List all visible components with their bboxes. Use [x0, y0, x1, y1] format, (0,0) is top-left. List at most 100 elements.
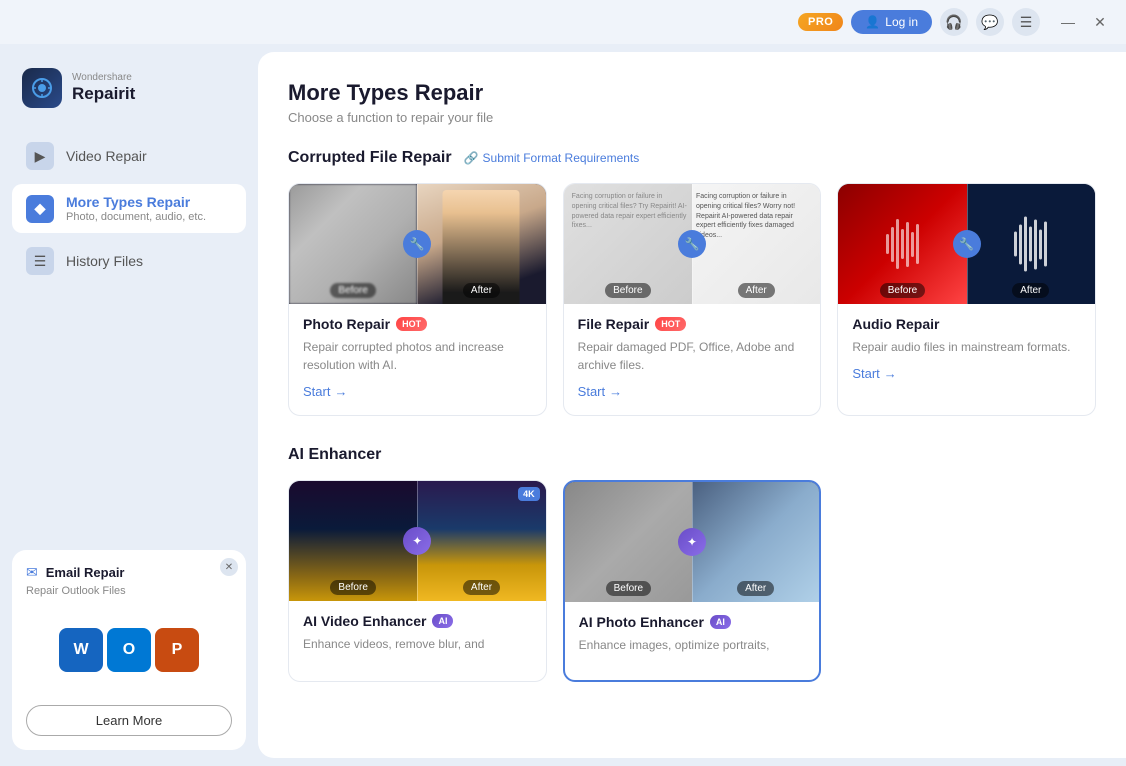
arrow-icon: → — [884, 366, 897, 381]
after-label: After — [738, 283, 775, 298]
ai-badge: AI — [432, 614, 453, 628]
hot-badge: HOT — [655, 317, 686, 331]
file-repair-card[interactable]: Facing corruption or failure in opening … — [563, 183, 822, 416]
email-card-close-button[interactable]: ✕ — [220, 558, 238, 576]
titlebar: PRO 👤 Log in 🎧 💬 ☰ — ✕ — [0, 0, 1126, 44]
email-card-illustration: W O P — [26, 605, 232, 695]
arrow-icon: → — [334, 384, 347, 399]
file-before: Facing corruption or failure in opening … — [564, 184, 692, 304]
card-title: AI Photo Enhancer — [579, 614, 704, 630]
sidebar: Wondershare Repairit ▶ Video Repair ◆ Mo… — [0, 44, 258, 766]
sidebar-item-history-content: History Files — [66, 253, 143, 269]
menu-icon[interactable]: ☰ — [1012, 8, 1040, 36]
corrupted-section-title: Corrupted File Repair — [288, 149, 452, 167]
logo-text: Wondershare Repairit — [72, 72, 135, 104]
corrupted-section-header: Corrupted File Repair 🔗 Submit Format Re… — [288, 149, 1096, 167]
before-label: Before — [880, 283, 925, 298]
word-icon: W — [59, 628, 103, 672]
card-title-row: File Repair HOT — [578, 316, 807, 332]
start-label: Start — [852, 366, 879, 381]
history-files-icon: ☰ — [26, 247, 54, 275]
ai-photo-enhancer-card[interactable]: Before After ✦ AI Photo Enhancer AI Enha… — [563, 480, 822, 682]
after-label: After — [737, 581, 774, 596]
ai-cards-grid: Before 4K After ✦ AI Video Enhancer AI — [288, 480, 1096, 682]
sidebar-item-more-types-repair[interactable]: ◆ More Types Repair Photo, document, aud… — [12, 184, 246, 233]
audio-repair-start[interactable]: Start → — [852, 366, 1081, 381]
ai-photo-image: Before After ✦ — [565, 482, 820, 602]
hot-badge: HOT — [396, 317, 427, 331]
app-logo: Wondershare Repairit — [12, 60, 246, 128]
4k-badge: 4K — [518, 487, 540, 501]
video-repair-icon: ▶ — [26, 142, 54, 170]
ai-photo-before: Before — [565, 482, 692, 602]
ai-video-after: 4K After — [417, 481, 545, 601]
card-desc: Enhance videos, remove blur, and — [303, 635, 532, 653]
outlook-icon: O — [107, 628, 151, 672]
ai-section-title: AI Enhancer — [288, 446, 381, 464]
before-label: Before — [330, 283, 375, 298]
ai-video-image: Before 4K After ✦ — [289, 481, 546, 601]
audio-repair-body: Audio Repair Repair audio files in mains… — [838, 304, 1095, 381]
ai-video-body: AI Video Enhancer AI Enhance videos, rem… — [289, 601, 546, 653]
chat-icon[interactable]: 💬 — [976, 8, 1004, 36]
before-label: Before — [606, 581, 651, 596]
email-card-subtitle: Repair Outlook Files — [26, 585, 232, 597]
card-title: Audio Repair — [852, 316, 939, 332]
card-title-row: AI Photo Enhancer AI — [579, 614, 806, 630]
pro-badge[interactable]: PRO — [798, 13, 843, 31]
login-button[interactable]: 👤 Log in — [851, 10, 932, 34]
photo-repair-body: Photo Repair HOT Repair corrupted photos… — [289, 304, 546, 399]
email-card-title: Email Repair — [46, 565, 125, 580]
repair-cards-grid: Before After 🔧 Photo Repair HOT — [288, 183, 1096, 416]
email-card-header: ✉ Email Repair — [26, 564, 232, 581]
headphone-icon[interactable]: 🎧 — [940, 8, 968, 36]
powerpoint-icon: P — [155, 628, 199, 672]
window-controls: — ✕ — [1054, 8, 1114, 36]
email-icons: W O P — [59, 605, 199, 695]
file-repair-body: File Repair HOT Repair damaged PDF, Offi… — [564, 304, 821, 399]
file-after: Facing corruption or failure in opening … — [692, 184, 820, 304]
ai-video-before: Before — [289, 481, 417, 601]
sidebar-item-label: History Files — [66, 253, 143, 269]
ai-overlay-icon: ✦ — [403, 527, 431, 555]
page-title: More Types Repair — [288, 80, 1096, 106]
card-desc: Repair audio files in mainstream formats… — [852, 338, 1081, 356]
page-subtitle: Choose a function to repair your file — [288, 110, 1096, 125]
user-icon: 👤 — [865, 15, 880, 29]
audio-waves-after — [967, 217, 1095, 272]
sidebar-item-label: Video Repair — [66, 148, 147, 164]
submit-format-link[interactable]: 🔗 Submit Format Requirements — [464, 151, 640, 165]
audio-repair-card[interactable]: Before Afte — [837, 183, 1096, 416]
card-title-row: Photo Repair HOT — [303, 316, 532, 332]
photo-repair-start[interactable]: Start → — [303, 384, 532, 399]
file-repair-start[interactable]: Start → — [578, 384, 807, 399]
card-title: AI Video Enhancer — [303, 613, 426, 629]
card-desc: Repair corrupted photos and increase res… — [303, 338, 532, 374]
logo-brand: Wondershare — [72, 72, 135, 84]
audio-waves-before — [838, 219, 966, 269]
ai-video-enhancer-card[interactable]: Before 4K After ✦ AI Video Enhancer AI — [288, 480, 547, 682]
after-label: After — [463, 580, 500, 595]
card-title-row: AI Video Enhancer AI — [303, 613, 532, 629]
after-label: After — [463, 283, 500, 298]
file-repair-image: Facing corruption or failure in opening … — [564, 184, 821, 304]
ai-overlay-icon: ✦ — [678, 528, 706, 556]
email-repair-card: ✕ ✉ Email Repair Repair Outlook Files W … — [12, 550, 246, 750]
audio-after: After — [967, 184, 1095, 304]
before-label: Before — [330, 580, 375, 595]
submit-link-text: Submit Format Requirements — [483, 151, 640, 165]
minimize-button[interactable]: — — [1054, 8, 1082, 36]
photo-repair-card[interactable]: Before After 🔧 Photo Repair HOT — [288, 183, 547, 416]
ai-photo-after: After — [692, 482, 819, 602]
learn-more-button[interactable]: Learn More — [26, 705, 232, 736]
card-title: Photo Repair — [303, 316, 390, 332]
app-body: Wondershare Repairit ▶ Video Repair ◆ Mo… — [0, 44, 1126, 766]
sidebar-item-video-repair-content: Video Repair — [66, 148, 147, 164]
main-content: More Types Repair Choose a function to r… — [258, 52, 1126, 758]
close-button[interactable]: ✕ — [1086, 8, 1114, 36]
sidebar-item-history-files[interactable]: ☰ History Files — [12, 237, 246, 285]
photo-after: After — [417, 184, 545, 304]
sidebar-item-video-repair[interactable]: ▶ Video Repair — [12, 132, 246, 180]
card-title-row: Audio Repair — [852, 316, 1081, 332]
external-link-icon: 🔗 — [464, 151, 479, 165]
